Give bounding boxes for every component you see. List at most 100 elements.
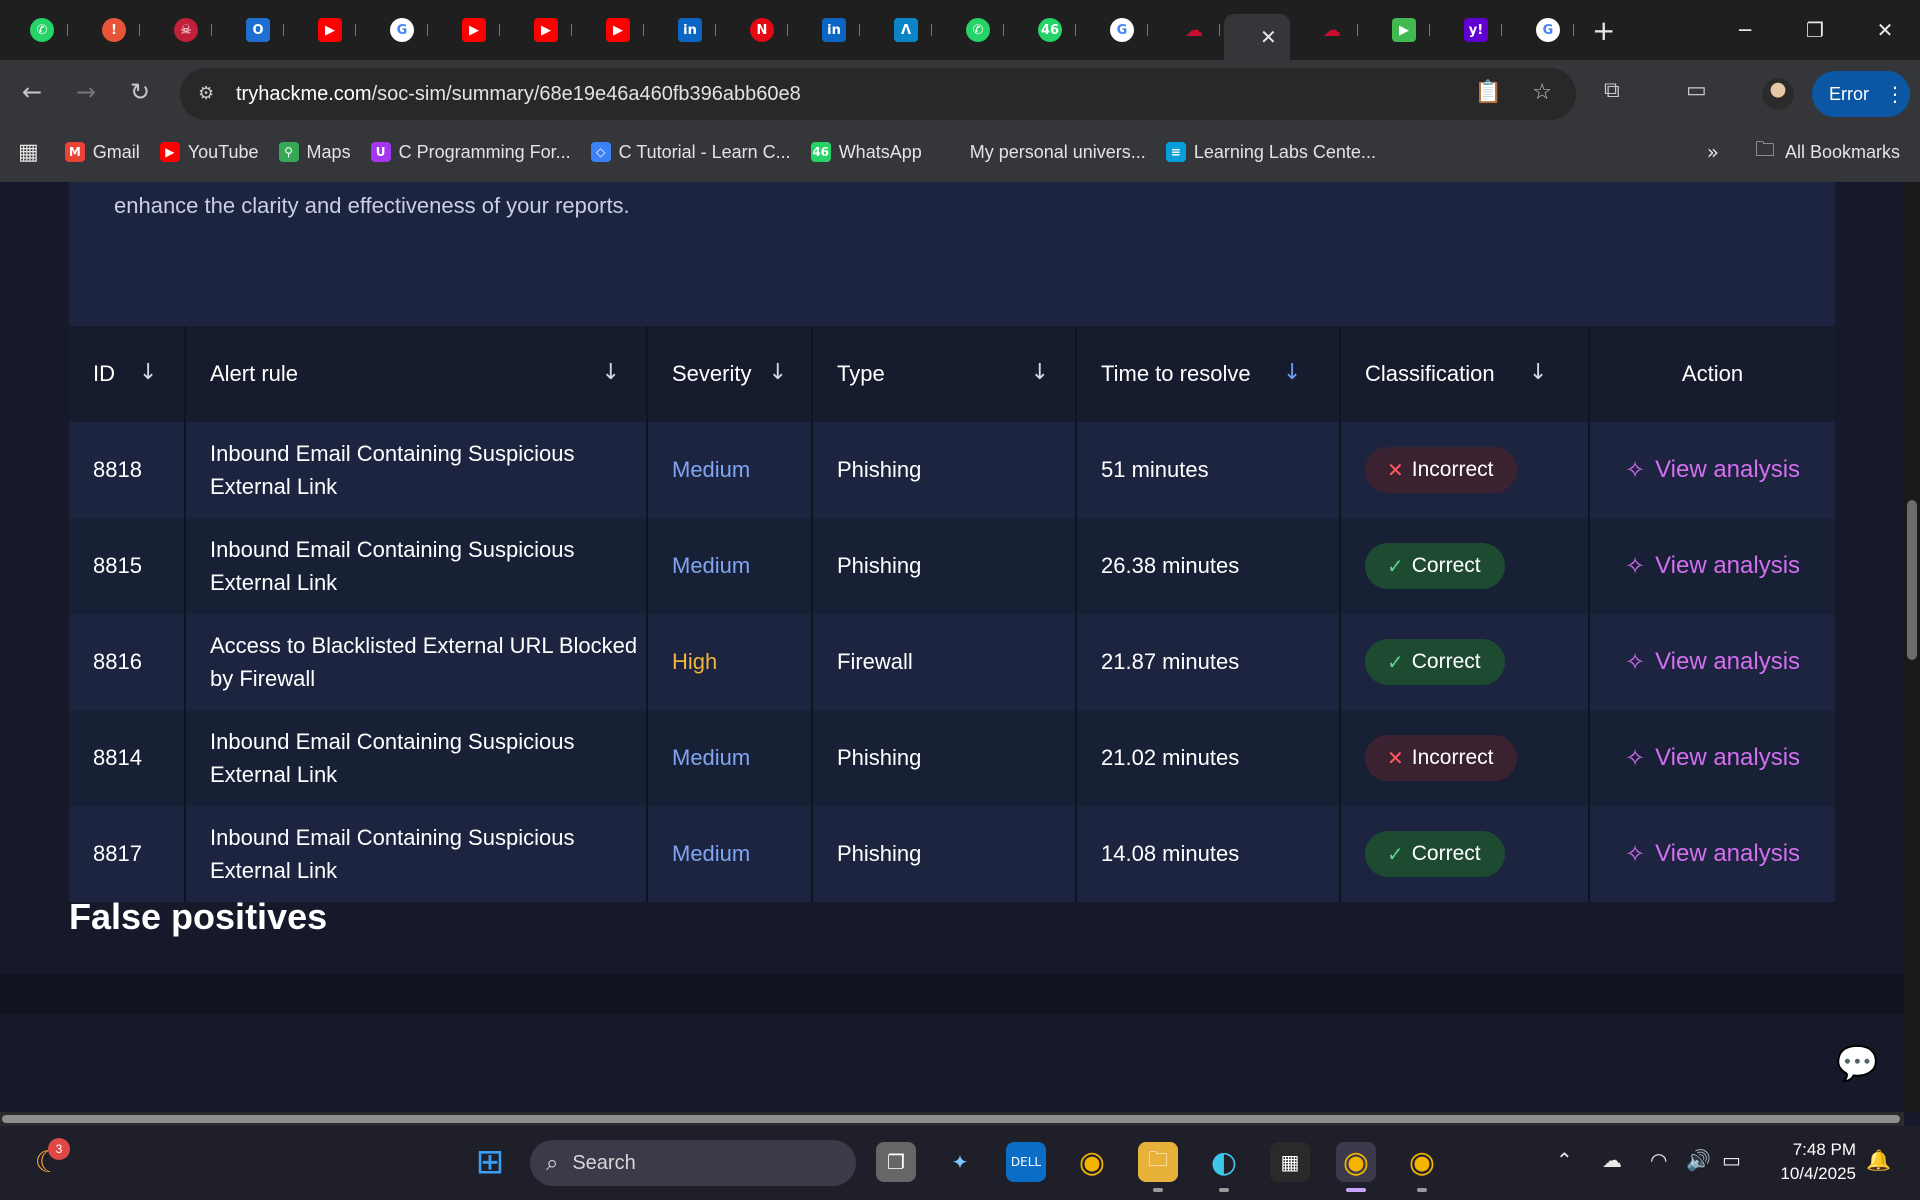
- view-analysis-link[interactable]: ✧ View analysis: [1625, 744, 1800, 772]
- browser-tab[interactable]: ☁: [1152, 8, 1224, 52]
- bookmark-item[interactable]: M Gmail: [64, 142, 140, 163]
- extensions-icon[interactable]: ⧉: [1604, 78, 1620, 103]
- vertical-scrollbar[interactable]: [1904, 182, 1920, 1112]
- tray-chevron-icon[interactable]: ⌃: [1556, 1148, 1573, 1172]
- view-analysis-link[interactable]: ✧ View analysis: [1625, 552, 1800, 580]
- chrome-profile-icon[interactable]: ◉: [1402, 1142, 1442, 1182]
- reload-icon[interactable]: ↻: [126, 78, 154, 106]
- browser-tab[interactable]: Λ: [864, 8, 936, 52]
- dell-icon[interactable]: DELL: [1006, 1142, 1046, 1182]
- file-explorer-icon[interactable]: 🗀: [1138, 1142, 1178, 1182]
- clipboard-icon[interactable]: 📋: [1475, 80, 1502, 105]
- browser-tab[interactable]: 46: [1008, 8, 1080, 52]
- menu-icon[interactable]: ⋮: [1885, 82, 1905, 106]
- browser-tab[interactable]: in: [648, 8, 720, 52]
- tab-separator: [1429, 24, 1430, 36]
- check-icon: ✓: [1387, 650, 1404, 674]
- sort-arrow-icon[interactable]: ↓: [1031, 360, 1049, 385]
- scrollbar-thumb[interactable]: [1907, 500, 1917, 660]
- bookmark-item[interactable]: 46 WhatsApp: [810, 142, 922, 163]
- sort-arrow-active-icon[interactable]: ↓: [1283, 360, 1301, 385]
- whatsapp-icon: 46: [810, 142, 831, 162]
- url-text[interactable]: tryhackme.com/soc-sim/summary/68e19e46a4…: [236, 83, 801, 106]
- clock[interactable]: 7:48 PM 10/4/2025: [1762, 1138, 1856, 1186]
- terminal-icon: ▶: [1392, 18, 1416, 42]
- chrome-icon[interactable]: ◉: [1072, 1142, 1112, 1182]
- store-icon[interactable]: ▦: [1270, 1142, 1310, 1182]
- browser-tab[interactable]: in: [792, 8, 864, 52]
- browser-tab[interactable]: G: [1080, 8, 1152, 52]
- chrome-active-icon[interactable]: ◉: [1336, 1142, 1376, 1182]
- sort-arrow-icon[interactable]: ↓: [1529, 360, 1547, 385]
- view-analysis-link[interactable]: ✧ View analysis: [1625, 456, 1800, 484]
- copilot-icon[interactable]: ✦: [940, 1142, 980, 1182]
- all-bookmarks-link[interactable]: All Bookmarks: [1785, 142, 1900, 163]
- browser-tab[interactable]: ✆: [0, 8, 72, 52]
- browser-tab[interactable]: G: [1506, 8, 1578, 52]
- notifications-icon[interactable]: 🔔: [1866, 1148, 1891, 1172]
- browser-tab[interactable]: ☠: [144, 8, 216, 52]
- forward-icon[interactable]: →: [72, 78, 100, 106]
- browser-tab[interactable]: N: [720, 8, 792, 52]
- sort-arrow-icon[interactable]: ↓: [769, 360, 787, 385]
- col-classification[interactable]: Classification ↓: [1340, 326, 1590, 422]
- scrollbar-thumb[interactable]: [2, 1115, 1900, 1123]
- battery-icon[interactable]: ▭: [1722, 1148, 1741, 1172]
- back-icon[interactable]: ←: [18, 78, 46, 106]
- taskbar-search[interactable]: ⌕ Search: [530, 1140, 856, 1186]
- browser-tab[interactable]: ▶: [504, 8, 576, 52]
- browser-tab[interactable]: !: [72, 8, 144, 52]
- col-time-to-resolve[interactable]: Time to resolve ↓: [1076, 326, 1341, 422]
- start-icon[interactable]: ⊞: [470, 1142, 510, 1182]
- horizontal-scrollbar[interactable]: [0, 1112, 1904, 1126]
- sort-arrow-icon[interactable]: ↓: [139, 360, 157, 385]
- col-id[interactable]: ID ↓: [69, 326, 186, 422]
- chat-assistant-icon[interactable]: 💬: [1836, 1044, 1878, 1084]
- bookmark-item[interactable]: ▶ YouTube: [159, 141, 259, 163]
- tab-separator: [1075, 24, 1076, 36]
- netflix-icon: N: [750, 18, 774, 42]
- edge-icon[interactable]: ◐: [1204, 1142, 1244, 1182]
- onedrive-icon[interactable]: ☁: [1602, 1148, 1622, 1172]
- profile-error-button[interactable]: Error ⋮: [1812, 71, 1910, 117]
- browser-tab[interactable]: y!: [1434, 8, 1506, 52]
- profile-avatar[interactable]: [1762, 78, 1794, 110]
- restore-button[interactable]: ❐: [1780, 0, 1850, 60]
- bookmark-item[interactable]: ≡ Learning Labs Cente...: [1165, 142, 1376, 163]
- browser-tab[interactable]: ▶: [1362, 8, 1434, 52]
- browser-tab[interactable]: ▶: [576, 8, 648, 52]
- bookmarks-right: » 🗀 All Bookmarks: [1707, 132, 1900, 172]
- col-alert-rule[interactable]: Alert rule ↓: [185, 326, 648, 422]
- address-bar[interactable]: ⚙ tryhackme.com/soc-sim/summary/68e19e46…: [180, 68, 1576, 120]
- minimize-button[interactable]: ─: [1710, 0, 1780, 60]
- col-type[interactable]: Type ↓: [812, 326, 1077, 422]
- bookmark-star-icon[interactable]: ☆: [1532, 80, 1552, 105]
- view-analysis-link[interactable]: ✧ View analysis: [1625, 648, 1800, 676]
- bookmark-item[interactable]: ⚲ Maps: [278, 142, 351, 163]
- site-info-icon[interactable]: ⚙: [198, 83, 220, 105]
- sort-arrow-icon[interactable]: ↓: [602, 360, 620, 385]
- view-analysis-link[interactable]: ✧ View analysis: [1625, 840, 1800, 868]
- close-window-button[interactable]: ✕: [1850, 0, 1920, 60]
- youtube-icon: ▶: [159, 142, 180, 162]
- bookmark-item[interactable]: U C Programming For...: [370, 142, 571, 163]
- cast-icon[interactable]: ▭: [1686, 78, 1707, 103]
- col-severity[interactable]: Severity ↓: [647, 326, 813, 422]
- bookmark-item[interactable]: My personal univers...: [941, 142, 1146, 163]
- browser-tab[interactable]: ▶: [432, 8, 504, 52]
- browser-tab[interactable]: ▶: [288, 8, 360, 52]
- apps-grid-icon[interactable]: ▦: [18, 140, 39, 165]
- volume-icon[interactable]: 🔊: [1686, 1148, 1711, 1172]
- wifi-icon[interactable]: ◠: [1650, 1148, 1667, 1172]
- bookmark-label: YouTube: [187, 141, 259, 162]
- bookmark-item[interactable]: ◇ C Tutorial - Learn C...: [590, 142, 791, 163]
- task-view-icon[interactable]: ❐: [876, 1142, 916, 1182]
- close-tab-icon[interactable]: ✕: [1260, 25, 1277, 50]
- browser-tab[interactable]: G: [360, 8, 432, 52]
- browser-tab[interactable]: O: [216, 8, 288, 52]
- active-tab[interactable]: ✕: [1224, 14, 1290, 60]
- new-tab-button[interactable]: +: [1592, 14, 1615, 47]
- browser-tab[interactable]: ✆: [936, 8, 1008, 52]
- more-bookmarks-icon[interactable]: »: [1707, 140, 1719, 164]
- browser-tab[interactable]: ☁: [1290, 8, 1362, 52]
